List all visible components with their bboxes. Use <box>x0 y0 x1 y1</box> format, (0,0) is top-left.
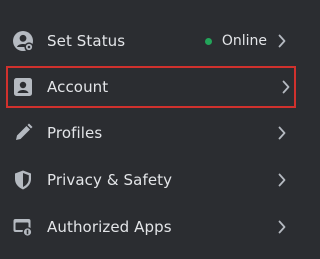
status-indicator: Online <box>204 33 267 49</box>
menu-item-label: Set Status <box>47 32 126 50</box>
chevron-right-icon <box>277 126 287 140</box>
menu-item-set-status[interactable]: Set Status Online <box>0 18 300 64</box>
menu-item-label: Privacy & Safety <box>47 171 173 189</box>
menu-item-account[interactable]: Account <box>6 66 296 108</box>
account-card-icon <box>12 76 34 98</box>
menu-item-privacy-safety[interactable]: Privacy & Safety <box>0 157 300 203</box>
chevron-right-icon <box>277 34 287 48</box>
menu-item-label: Authorized Apps <box>47 218 172 236</box>
user-status-icon <box>12 30 34 52</box>
settings-menu: Set Status Online Account Profiles Priva… <box>0 0 300 259</box>
online-dot-icon <box>204 37 212 45</box>
chevron-right-icon <box>281 80 291 94</box>
menu-item-label: Profiles <box>47 124 103 142</box>
chevron-right-icon <box>277 173 287 187</box>
chevron-right-icon <box>277 220 287 234</box>
menu-item-authorized-apps[interactable]: Authorized Apps <box>0 204 300 250</box>
pencil-icon <box>12 122 34 144</box>
menu-item-label: Account <box>47 78 109 96</box>
authorized-apps-icon <box>12 216 34 238</box>
status-text: Online <box>221 33 267 49</box>
menu-item-profiles[interactable]: Profiles <box>0 110 300 156</box>
shield-icon <box>12 169 34 191</box>
